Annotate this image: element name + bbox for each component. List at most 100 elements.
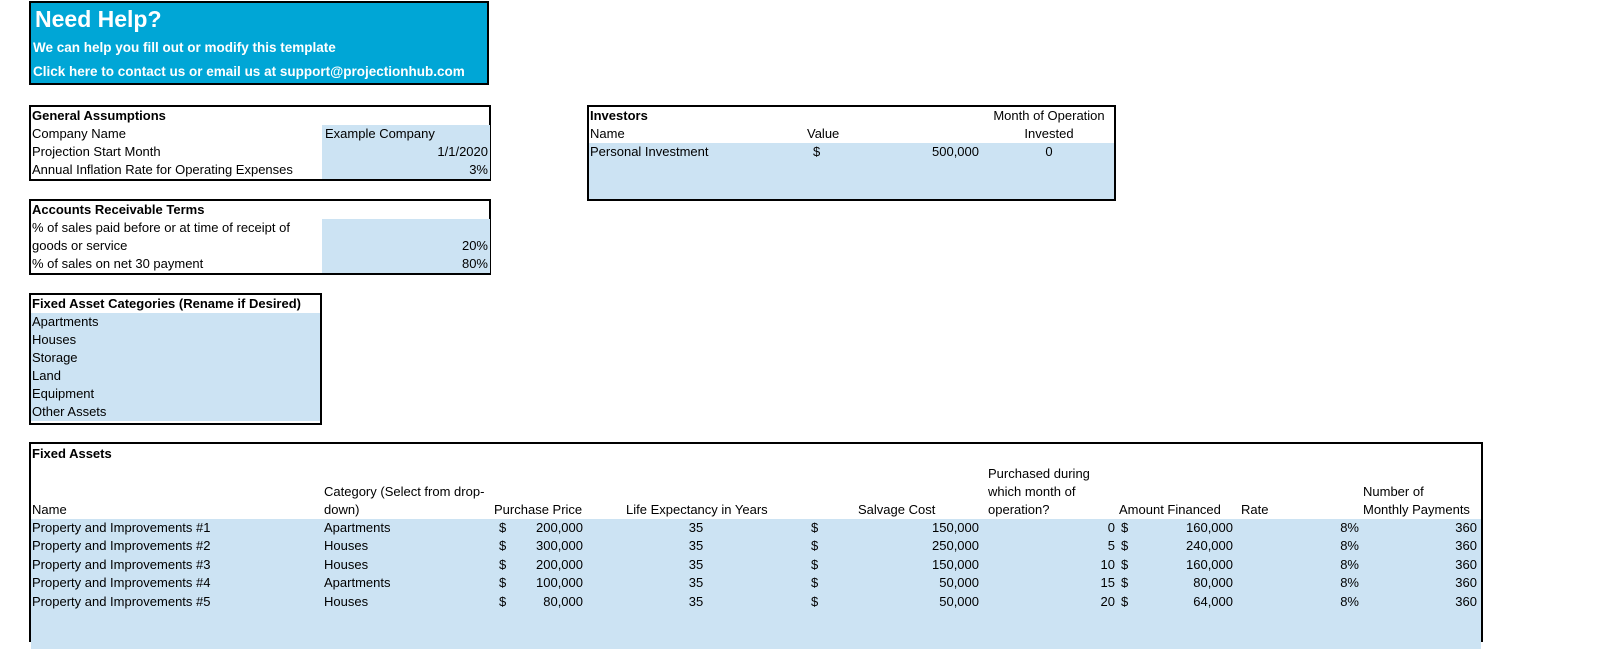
fa-name-cell[interactable]: Property and Improvements #3 xyxy=(32,556,312,574)
investors-name-header: Name xyxy=(590,126,625,141)
fa-financed-cell[interactable]: 160,000 xyxy=(1141,519,1233,537)
fa-month-cell[interactable]: 10 xyxy=(1061,556,1115,574)
ar-title: Accounts Receivable Terms xyxy=(32,202,205,217)
fa-header-month-3: operation? xyxy=(988,502,1050,517)
company-name-input[interactable]: Example Company xyxy=(322,125,490,143)
category-item[interactable]: Apartments xyxy=(32,313,98,331)
investor-month-cell[interactable]: 0 xyxy=(984,143,1114,161)
fa-financed-cell[interactable]: 240,000 xyxy=(1141,537,1233,555)
investor-currency: $ xyxy=(813,144,821,159)
fa-price-cell[interactable]: 300,000 xyxy=(511,537,583,555)
category-item[interactable]: Houses xyxy=(32,331,76,349)
fa-month-cell[interactable]: 20 xyxy=(1061,593,1115,611)
fa-financed-cell[interactable]: 160,000 xyxy=(1141,556,1233,574)
fa-financed-cell[interactable]: 64,000 xyxy=(1141,593,1233,611)
fa-header-category-1: Category (Select from drop- xyxy=(324,484,485,499)
help-contact-link[interactable]: Click here to contact us or email us at … xyxy=(33,64,465,79)
categories-title: Fixed Asset Categories (Rename if Desire… xyxy=(32,296,301,311)
fa-financed-currency: $ xyxy=(1121,593,1129,609)
ar-row2-value[interactable]: 80% xyxy=(322,255,490,273)
fa-month-cell[interactable]: 5 xyxy=(1061,537,1115,555)
help-title: Need Help? xyxy=(35,6,162,32)
fa-rate-cell[interactable]: 8% xyxy=(1311,519,1359,537)
fa-life-cell[interactable]: 35 xyxy=(631,574,761,592)
fa-life-cell[interactable]: 35 xyxy=(631,593,761,611)
projection-start-label: Projection Start Month xyxy=(32,144,161,159)
fa-header-payments-1: Number of xyxy=(1363,484,1424,499)
fa-name-cell[interactable]: Property and Improvements #4 xyxy=(32,574,312,592)
fa-header-month-2: which month of xyxy=(988,484,1076,499)
fa-salvage-cell[interactable]: 250,000 xyxy=(891,537,979,555)
fa-header-rate: Rate xyxy=(1241,502,1269,517)
fa-payments-cell[interactable]: 360 xyxy=(1411,519,1477,537)
fa-price-currency: $ xyxy=(499,575,507,591)
fa-rate-cell[interactable]: 8% xyxy=(1311,556,1359,574)
ar-row1-label-1: % of sales paid before or at time of rec… xyxy=(32,220,290,235)
ar-row1-label-2: goods or service xyxy=(32,238,128,253)
fa-payments-cell[interactable]: 360 xyxy=(1411,537,1477,555)
fa-price-cell[interactable]: 80,000 xyxy=(511,593,583,611)
fa-payments-cell[interactable]: 360 xyxy=(1411,556,1477,574)
inflation-rate-input[interactable]: 3% xyxy=(322,161,490,179)
general-assumptions-box: General Assumptions Company Name Example… xyxy=(29,105,491,181)
fa-month-cell[interactable]: 0 xyxy=(1061,519,1115,537)
fa-price-cell[interactable]: 100,000 xyxy=(511,574,583,592)
help-line-1: We can help you fill out or modify this … xyxy=(33,40,336,55)
category-item[interactable]: Other Assets xyxy=(32,403,106,421)
fa-name-cell[interactable]: Property and Improvements #5 xyxy=(32,593,312,611)
projection-start-input[interactable]: 1/1/2020 xyxy=(322,143,490,161)
fa-category-cell[interactable]: Apartments xyxy=(324,574,484,592)
fa-salvage-cell[interactable]: 50,000 xyxy=(891,593,979,611)
investor-value-cell[interactable]: 500,000 xyxy=(889,143,979,161)
table-row: Property and Improvements #3 Houses $200,0… xyxy=(31,556,1481,574)
category-item[interactable]: Land xyxy=(32,367,61,385)
general-assumptions-title: General Assumptions xyxy=(32,108,166,123)
fa-salvage-cell[interactable]: 50,000 xyxy=(891,574,979,592)
fa-financed-currency: $ xyxy=(1121,575,1129,591)
fa-financed-currency: $ xyxy=(1121,538,1129,554)
fa-category-cell[interactable]: Houses xyxy=(324,593,484,611)
fa-name-cell[interactable]: Property and Improvements #1 xyxy=(32,519,312,537)
fa-header-purchase-price: Purchase Price xyxy=(494,502,583,517)
fa-header-category-2: down) xyxy=(324,502,360,517)
fa-header-life: Life Expectancy in Years xyxy=(626,502,768,517)
fa-payments-cell[interactable]: 360 xyxy=(1411,574,1477,592)
fa-price-currency: $ xyxy=(499,556,507,572)
fa-price-cell[interactable]: 200,000 xyxy=(511,519,583,537)
fa-price-cell[interactable]: 200,000 xyxy=(511,556,583,574)
investor-name-cell[interactable]: Personal Investment xyxy=(590,143,709,161)
fa-category-cell[interactable]: Houses xyxy=(324,537,484,555)
investors-value-header: Value xyxy=(807,126,840,141)
fa-life-cell[interactable]: 35 xyxy=(631,519,761,537)
fa-month-cell[interactable]: 15 xyxy=(1061,574,1115,592)
fa-life-cell[interactable]: 35 xyxy=(631,537,761,555)
fa-header-month-1: Purchased during xyxy=(988,466,1090,481)
fa-salvage-currency: $ xyxy=(811,575,819,591)
fa-salvage-cell[interactable]: 150,000 xyxy=(891,519,979,537)
fa-life-cell[interactable]: 35 xyxy=(631,556,761,574)
investors-month-header-1: Month of Operation xyxy=(993,108,1105,123)
company-name-label: Company Name xyxy=(32,126,126,141)
fa-rate-cell[interactable]: 8% xyxy=(1311,537,1359,555)
fa-category-cell[interactable]: Houses xyxy=(324,556,484,574)
asset-categories-box: Fixed Asset Categories (Rename if Desire… xyxy=(29,293,322,425)
category-item[interactable]: Equipment xyxy=(32,385,94,403)
investors-title: Investors xyxy=(590,108,648,123)
category-item[interactable]: Storage xyxy=(32,349,78,367)
need-help-banner[interactable]: Need Help? We can help you fill out or m… xyxy=(29,1,489,85)
table-row: Property and Improvements #4 Apartments $1… xyxy=(31,574,1481,592)
table-row: Property and Improvements #1 Apartments $2… xyxy=(31,519,1481,537)
fa-rate-cell[interactable]: 8% xyxy=(1311,574,1359,592)
fa-category-cell[interactable]: Apartments xyxy=(324,519,484,537)
fa-payments-cell[interactable]: 360 xyxy=(1411,593,1477,611)
fa-price-currency: $ xyxy=(499,520,507,535)
fa-financed-currency: $ xyxy=(1121,520,1129,535)
fa-salvage-cell[interactable]: 150,000 xyxy=(891,556,979,574)
table-row: Property and Improvements #5 Houses $80,00… xyxy=(31,593,1481,611)
fa-name-cell[interactable]: Property and Improvements #2 xyxy=(32,537,312,555)
fa-financed-cell[interactable]: 80,000 xyxy=(1141,574,1233,592)
investors-month-header-2: Invested xyxy=(1024,126,1074,141)
fa-salvage-currency: $ xyxy=(811,538,819,554)
table-row: Property and Improvements #2 Houses $300,0… xyxy=(31,537,1481,555)
fa-rate-cell[interactable]: 8% xyxy=(1311,593,1359,611)
